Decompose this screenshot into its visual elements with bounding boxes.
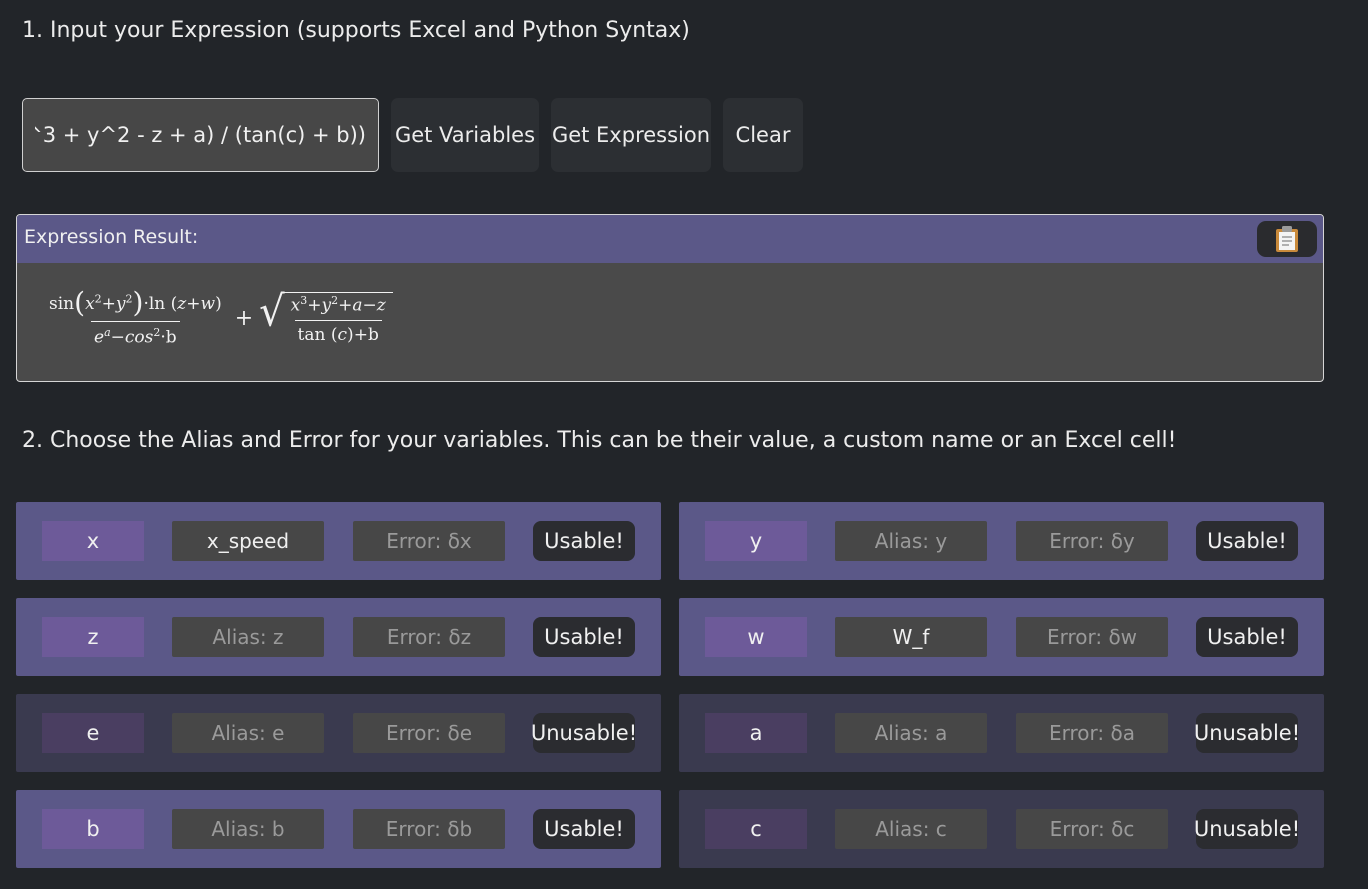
formula-denominator: ea−cos2·b (91, 321, 180, 348)
formula-sqrt: √ x3+y2+a−z tan (c)+b (259, 287, 393, 345)
error-input-w[interactable] (1016, 617, 1168, 657)
expression-result-panel: Expression Result: sin(x2+y2)·ln (z+w) e… (16, 214, 1324, 382)
clear-button[interactable]: Clear (723, 98, 803, 172)
sqrt-radicand: x3+y2+a−z tan (c)+b (283, 292, 393, 345)
variable-name: a (705, 713, 807, 753)
variable-card-c: c Unusable! (679, 790, 1324, 868)
alias-input-y[interactable] (835, 521, 987, 561)
error-input-e[interactable] (353, 713, 505, 753)
variable-name: b (42, 809, 144, 849)
expression-result-title: Expression Result: (24, 226, 199, 248)
error-input-x[interactable] (353, 521, 505, 561)
step2-heading: 2. Choose the Alias and Error for your v… (22, 428, 1177, 453)
expression-input[interactable] (22, 98, 379, 172)
get-expression-button[interactable]: Get Expression (551, 98, 711, 172)
variable-name: e (42, 713, 144, 753)
alias-input-c[interactable] (835, 809, 987, 849)
formula-render: sin(x2+y2)·ln (z+w) ea−cos2·b + √ x3+y2+… (42, 289, 393, 348)
variable-card-x: x Usable! (16, 502, 661, 580)
variable-name: w (705, 617, 807, 657)
sqrt-radical-icon: √ (259, 287, 285, 336)
error-input-y[interactable] (1016, 521, 1168, 561)
variable-card-z: z Usable! (16, 598, 661, 676)
formula-fraction-1: sin(x2+y2)·ln (z+w) ea−cos2·b (46, 289, 225, 348)
status-badge-c[interactable]: Unusable! (1194, 809, 1300, 849)
formula-numerator: sin(x2+y2)·ln (z+w) (49, 286, 222, 319)
variable-name: z (42, 617, 144, 657)
variable-name: c (705, 809, 807, 849)
variable-card-b: b Usable! (16, 790, 661, 868)
variable-card-w: w Usable! (679, 598, 1324, 676)
error-input-b[interactable] (353, 809, 505, 849)
clipboard-icon (1276, 226, 1298, 252)
expression-result-header: Expression Result: (17, 215, 1323, 263)
alias-input-b[interactable] (172, 809, 324, 849)
formula-plus: + (234, 305, 254, 331)
status-badge-w[interactable]: Usable! (1196, 617, 1298, 657)
status-badge-b[interactable]: Usable! (533, 809, 635, 849)
variable-card-a: a Unusable! (679, 694, 1324, 772)
variable-card-e: e Unusable! (16, 694, 661, 772)
error-input-c[interactable] (1016, 809, 1168, 849)
status-badge-y[interactable]: Usable! (1196, 521, 1298, 561)
status-badge-a[interactable]: Unusable! (1194, 713, 1300, 753)
copy-button[interactable] (1257, 221, 1317, 257)
status-badge-x[interactable]: Usable! (533, 521, 635, 561)
status-badge-z[interactable]: Usable! (533, 617, 635, 657)
alias-input-z[interactable] (172, 617, 324, 657)
alias-input-e[interactable] (172, 713, 324, 753)
error-input-z[interactable] (353, 617, 505, 657)
variable-name: y (705, 521, 807, 561)
alias-input-w[interactable] (835, 617, 987, 657)
alias-input-a[interactable] (835, 713, 987, 753)
alias-input-x[interactable] (172, 521, 324, 561)
variable-card-y: y Usable! (679, 502, 1324, 580)
status-badge-e[interactable]: Unusable! (531, 713, 637, 753)
get-variables-button[interactable]: Get Variables (391, 98, 539, 172)
variable-name: x (42, 521, 144, 561)
error-input-a[interactable] (1016, 713, 1168, 753)
step1-heading: 1. Input your Expression (supports Excel… (22, 18, 690, 43)
